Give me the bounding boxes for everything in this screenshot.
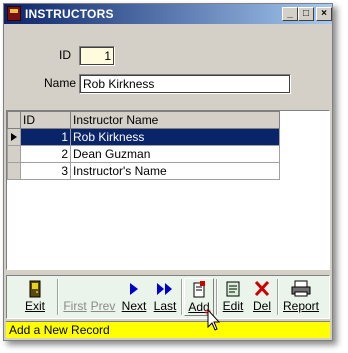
prev-icon	[89, 279, 117, 299]
delete-x-icon	[254, 280, 270, 297]
first-icon	[61, 279, 89, 299]
cell-id[interactable]: 2	[20, 145, 71, 163]
row-selector[interactable]	[7, 145, 21, 163]
toolbar-separator	[57, 279, 59, 315]
status-bar: Add a New Record	[6, 321, 330, 338]
next-button[interactable]: Next	[119, 278, 149, 316]
add-record-icon	[193, 281, 205, 298]
record-form: ID 1 Name Rob Kirkness	[4, 24, 332, 110]
row-selector-header[interactable]	[7, 111, 21, 129]
toolbar-separator	[181, 279, 183, 315]
mouse-pointer-icon	[205, 308, 221, 331]
report-label: Report	[282, 299, 320, 313]
name-field[interactable]: Rob Kirkness	[79, 74, 291, 94]
maximize-button[interactable]: □	[298, 7, 314, 21]
column-header-id[interactable]: ID	[20, 111, 71, 129]
toolbar-separator	[277, 279, 279, 315]
cell-id[interactable]: 3	[20, 162, 71, 180]
cell-name[interactable]: Dean Guzman	[70, 145, 280, 163]
table-row[interactable]: 1 Rob Kirkness	[7, 128, 280, 146]
delete-label: Del	[252, 299, 271, 313]
grid-header-row: ID Instructor Name	[7, 111, 280, 129]
cell-id[interactable]: 1	[20, 128, 71, 146]
window-title: INSTRUCTORS	[25, 7, 114, 21]
next-arrow-icon	[130, 283, 138, 295]
prev-button[interactable]: Prev	[89, 278, 117, 316]
current-row-pointer-icon[interactable]	[7, 128, 21, 146]
last-button[interactable]: Last	[151, 278, 179, 316]
printer-icon	[291, 280, 311, 297]
cell-name[interactable]: Instructor's Name	[70, 162, 280, 180]
next-label: Next	[121, 299, 147, 313]
grid-table: ID Instructor Name 1 Rob Kirkness 2 Dean…	[7, 111, 280, 180]
minimize-button[interactable]: _	[282, 7, 298, 21]
title-bar[interactable]: INSTRUCTORS _ □ ×	[4, 4, 332, 24]
app-icon[interactable]	[7, 6, 21, 21]
first-button[interactable]: First	[61, 278, 89, 316]
cell-name[interactable]: Rob Kirkness	[70, 128, 280, 146]
close-button[interactable]: ×	[316, 7, 332, 21]
instructors-grid[interactable]: ID Instructor Name 1 Rob Kirkness 2 Dean…	[6, 110, 330, 270]
name-label: Name	[44, 76, 77, 90]
id-field[interactable]: 1	[79, 46, 115, 66]
column-header-name[interactable]: Instructor Name	[70, 111, 280, 129]
row-selector[interactable]	[7, 162, 21, 180]
edit-button[interactable]: Edit	[219, 278, 247, 316]
last-arrow-icon	[157, 283, 172, 295]
edit-record-icon	[226, 281, 240, 297]
prev-label: Prev	[90, 299, 116, 313]
table-row[interactable]: 2 Dean Guzman	[7, 145, 280, 163]
last-label: Last	[153, 299, 177, 313]
first-label: First	[63, 299, 87, 313]
report-button[interactable]: Report	[281, 278, 321, 316]
edit-label: Edit	[222, 299, 244, 313]
exit-button[interactable]: Exit	[15, 278, 55, 316]
navigation-toolbar: Exit First Prev Next Last Add Edit Del R…	[6, 275, 330, 319]
exit-door-icon	[29, 280, 41, 298]
delete-button[interactable]: Del	[249, 278, 275, 316]
table-row[interactable]: 3 Instructor's Name	[7, 162, 280, 180]
instructors-window: INSTRUCTORS _ □ × ID 1 Name Rob Kirkness…	[3, 3, 333, 341]
exit-label: Exit	[24, 299, 45, 313]
id-label: ID	[59, 48, 71, 62]
